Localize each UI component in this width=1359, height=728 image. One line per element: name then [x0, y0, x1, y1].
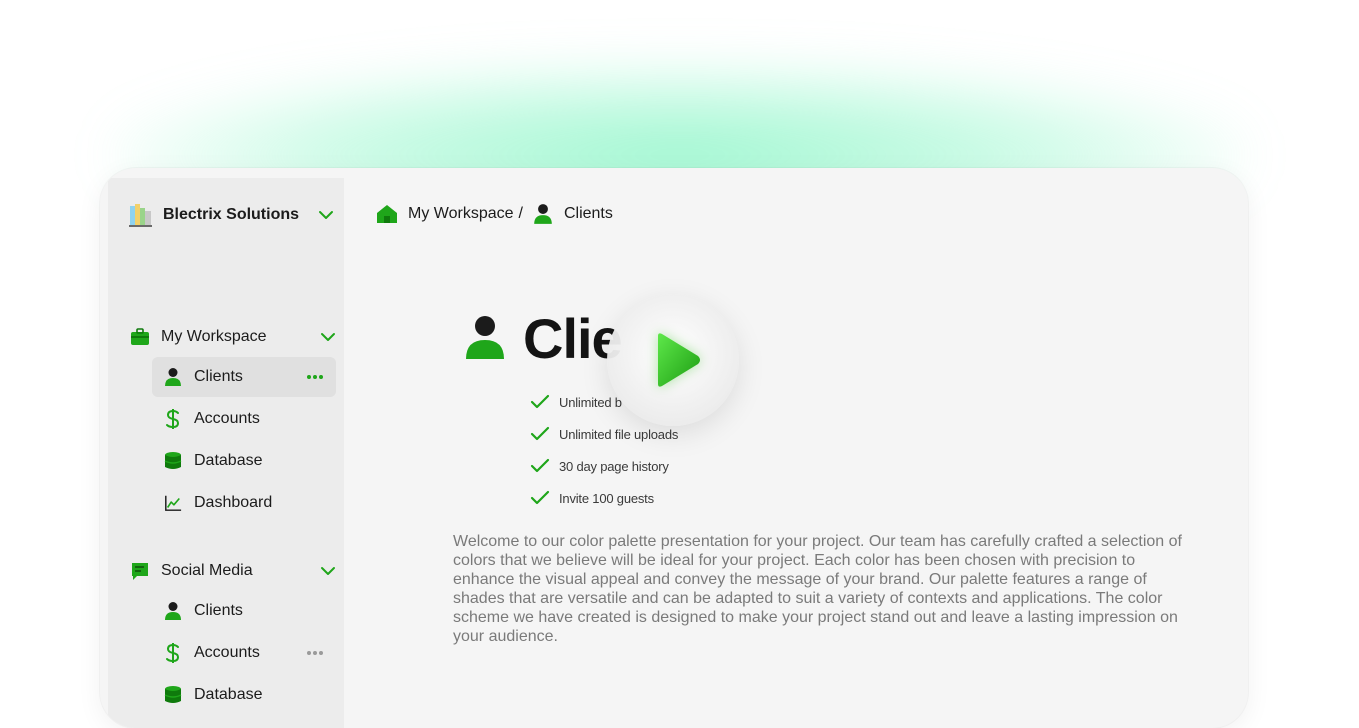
home-icon[interactable] — [376, 203, 398, 225]
check-icon — [530, 490, 550, 505]
chat-bubble-icon — [132, 563, 148, 580]
chevron-down-icon[interactable] — [320, 563, 336, 579]
section-my-workspace[interactable]: My Workspace — [130, 322, 336, 352]
page-description: Welcome to our color palette presentatio… — [453, 533, 1182, 645]
sidebar: Blectrix Solutions My Workspace Clients — [108, 178, 344, 728]
breadcrumb-current: Clients — [563, 205, 613, 222]
sidebar-item-social-clients[interactable]: Clients — [152, 591, 336, 631]
sidebar-item-database[interactable]: Database — [152, 441, 336, 481]
person-icon — [164, 601, 182, 621]
person-icon — [466, 316, 504, 359]
sidebar-item-label: Database — [194, 686, 263, 703]
section-social-media[interactable]: Social Media — [130, 556, 336, 586]
section-label: My Workspace — [161, 328, 267, 345]
app-window: Blectrix Solutions My Workspace Clients — [100, 168, 1248, 728]
chevron-down-icon[interactable] — [320, 329, 336, 345]
feature-item: 30 day page history — [530, 450, 678, 482]
person-icon — [534, 204, 552, 224]
building-books-icon — [129, 204, 152, 227]
sidebar-item-label: Clients — [194, 368, 243, 385]
feature-item: Invite 100 guests — [530, 482, 678, 514]
more-icon[interactable] — [306, 371, 324, 383]
section-label: Social Media — [161, 562, 253, 579]
check-icon — [530, 394, 550, 409]
org-name: Blectrix Solutions — [163, 206, 300, 223]
breadcrumb-root[interactable]: My Workspace — [408, 205, 514, 223]
more-icon[interactable] — [306, 647, 324, 659]
database-icon — [164, 685, 182, 705]
check-icon — [530, 426, 550, 441]
page-header: Clie — [465, 307, 623, 370]
sidebar-item-social-accounts[interactable]: Accounts — [152, 633, 336, 673]
chevron-down-icon[interactable] — [318, 207, 334, 223]
sidebar-item-label: Clients — [194, 602, 243, 619]
sidebar-item-accounts[interactable]: Accounts — [152, 399, 336, 439]
database-icon — [164, 451, 182, 471]
dollar-icon — [164, 409, 182, 429]
dollar-icon — [164, 643, 182, 663]
play-video-button[interactable] — [607, 294, 739, 426]
sidebar-item-clients[interactable]: Clients — [152, 357, 336, 397]
breadcrumb: My Workspace / Clients — [376, 200, 613, 228]
sidebar-item-label: Database — [194, 452, 263, 469]
check-icon — [530, 458, 550, 473]
chart-line-icon — [164, 493, 182, 513]
sidebar-item-label: Accounts — [194, 410, 260, 427]
sidebar-item-label: Accounts — [194, 644, 260, 661]
breadcrumb-separator: / — [518, 205, 523, 222]
play-icon — [658, 333, 700, 387]
feature-label: 30 day page history — [559, 458, 669, 474]
sidebar-item-social-database[interactable]: Database — [152, 675, 336, 715]
org-switcher[interactable]: Blectrix Solutions — [128, 200, 334, 230]
feature-label: Unlimited b — [559, 394, 622, 410]
person-icon — [164, 367, 182, 387]
sidebar-item-label: Dashboard — [194, 494, 273, 511]
feature-label: Invite 100 guests — [559, 490, 654, 506]
sidebar-item-dashboard[interactable]: Dashboard — [152, 483, 336, 523]
briefcase-icon — [131, 328, 149, 345]
feature-label: Unlimited file uploads — [559, 426, 679, 442]
